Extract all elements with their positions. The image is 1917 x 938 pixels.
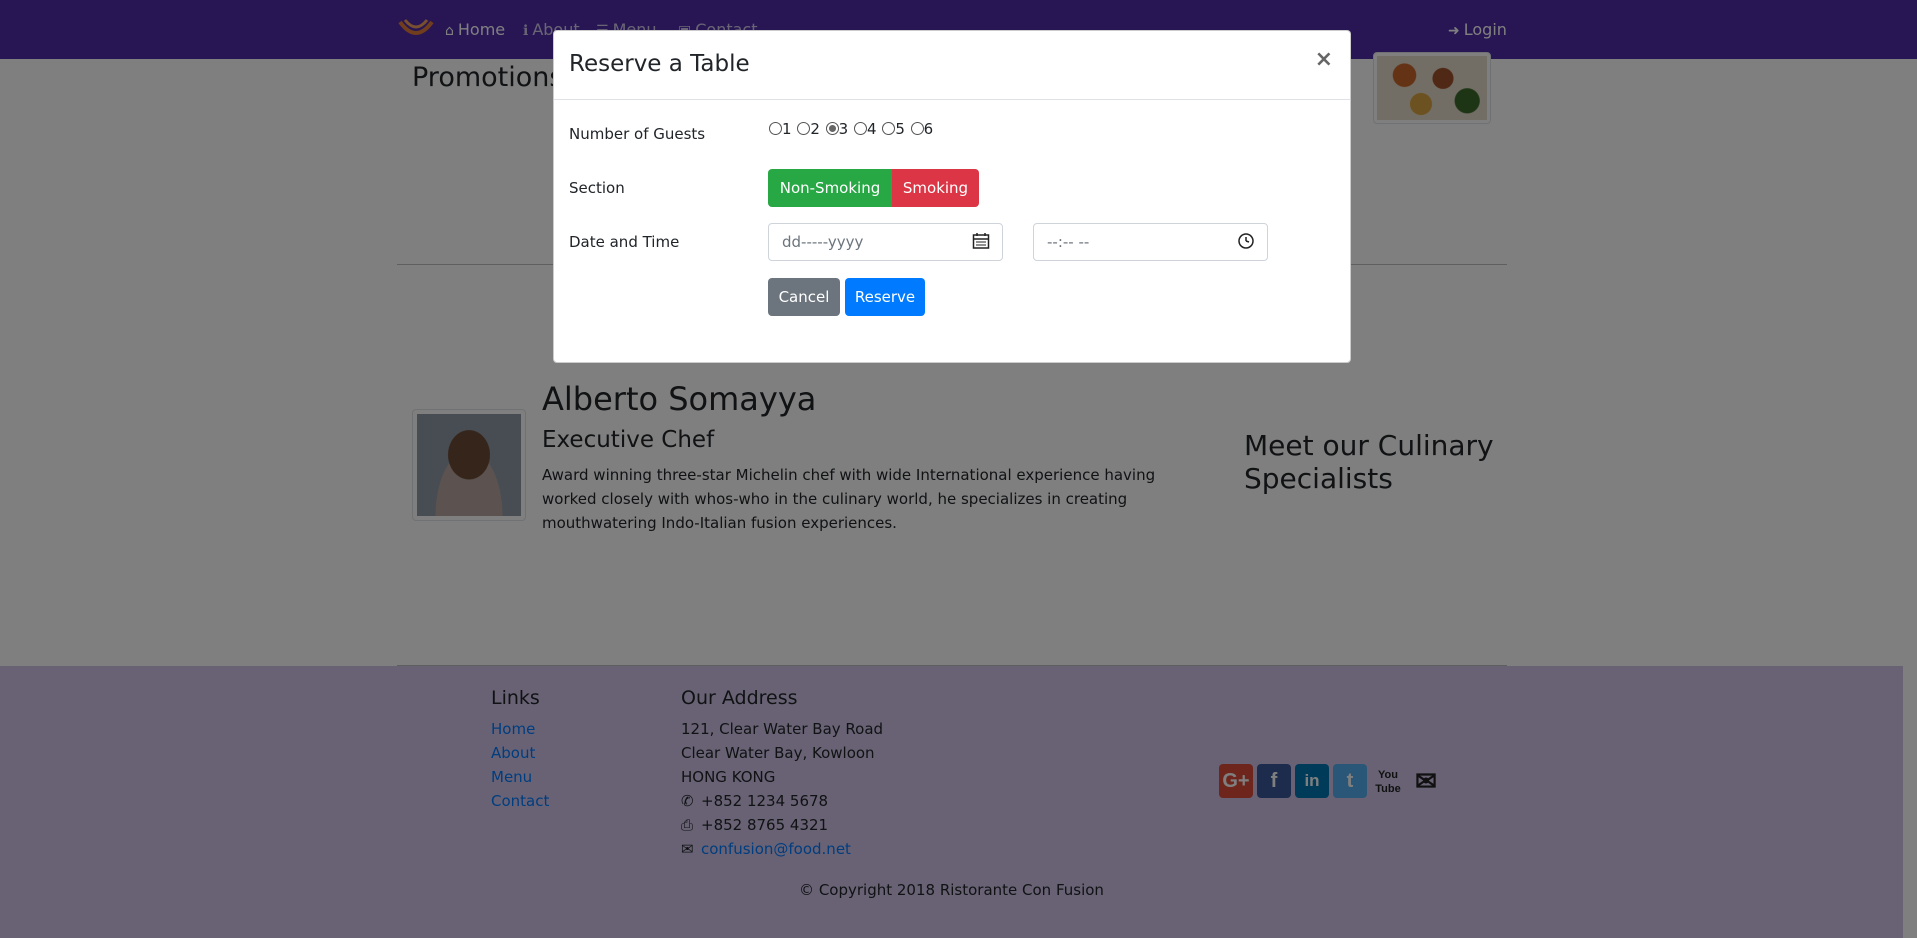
- section-label: Section: [569, 179, 625, 197]
- datetime-label: Date and Time: [569, 233, 680, 251]
- guest-radio-2[interactable]: [797, 122, 811, 135]
- guests-radio-group: 1 2 3 4 5 6: [768, 120, 933, 138]
- page: ⌂Home ℹAbout ☰Menu ▣Contact ➜Login Promo…: [0, 0, 1917, 938]
- modal-title: Reserve a Table: [569, 51, 750, 77]
- reserve-button[interactable]: Reserve: [845, 278, 925, 316]
- guest-radio-6[interactable]: [910, 122, 924, 135]
- calendar-icon[interactable]: [972, 232, 990, 250]
- clock-icon[interactable]: [1237, 232, 1255, 250]
- non-smoking-button[interactable]: Non-Smoking: [768, 169, 892, 207]
- smoking-button[interactable]: Smoking: [892, 169, 979, 207]
- guest-radio-1[interactable]: [769, 122, 782, 135]
- time-input[interactable]: --:-- --: [1033, 223, 1268, 261]
- cancel-button[interactable]: Cancel: [768, 278, 840, 316]
- close-button[interactable]: ×: [1315, 47, 1333, 72]
- time-placeholder: --:-- --: [1047, 233, 1090, 251]
- reserve-modal: Reserve a Table × Number of Guests 1 2 3…: [553, 30, 1351, 363]
- modal-header: Reserve a Table ×: [554, 31, 1350, 100]
- guest-radio-4[interactable]: [853, 122, 867, 135]
- date-placeholder: dd-----yyyy: [782, 233, 864, 251]
- guest-radio-3[interactable]: [825, 122, 839, 135]
- guests-label: Number of Guests: [569, 125, 706, 143]
- date-input[interactable]: dd-----yyyy: [768, 223, 1003, 261]
- guest-radio-5[interactable]: [882, 122, 896, 135]
